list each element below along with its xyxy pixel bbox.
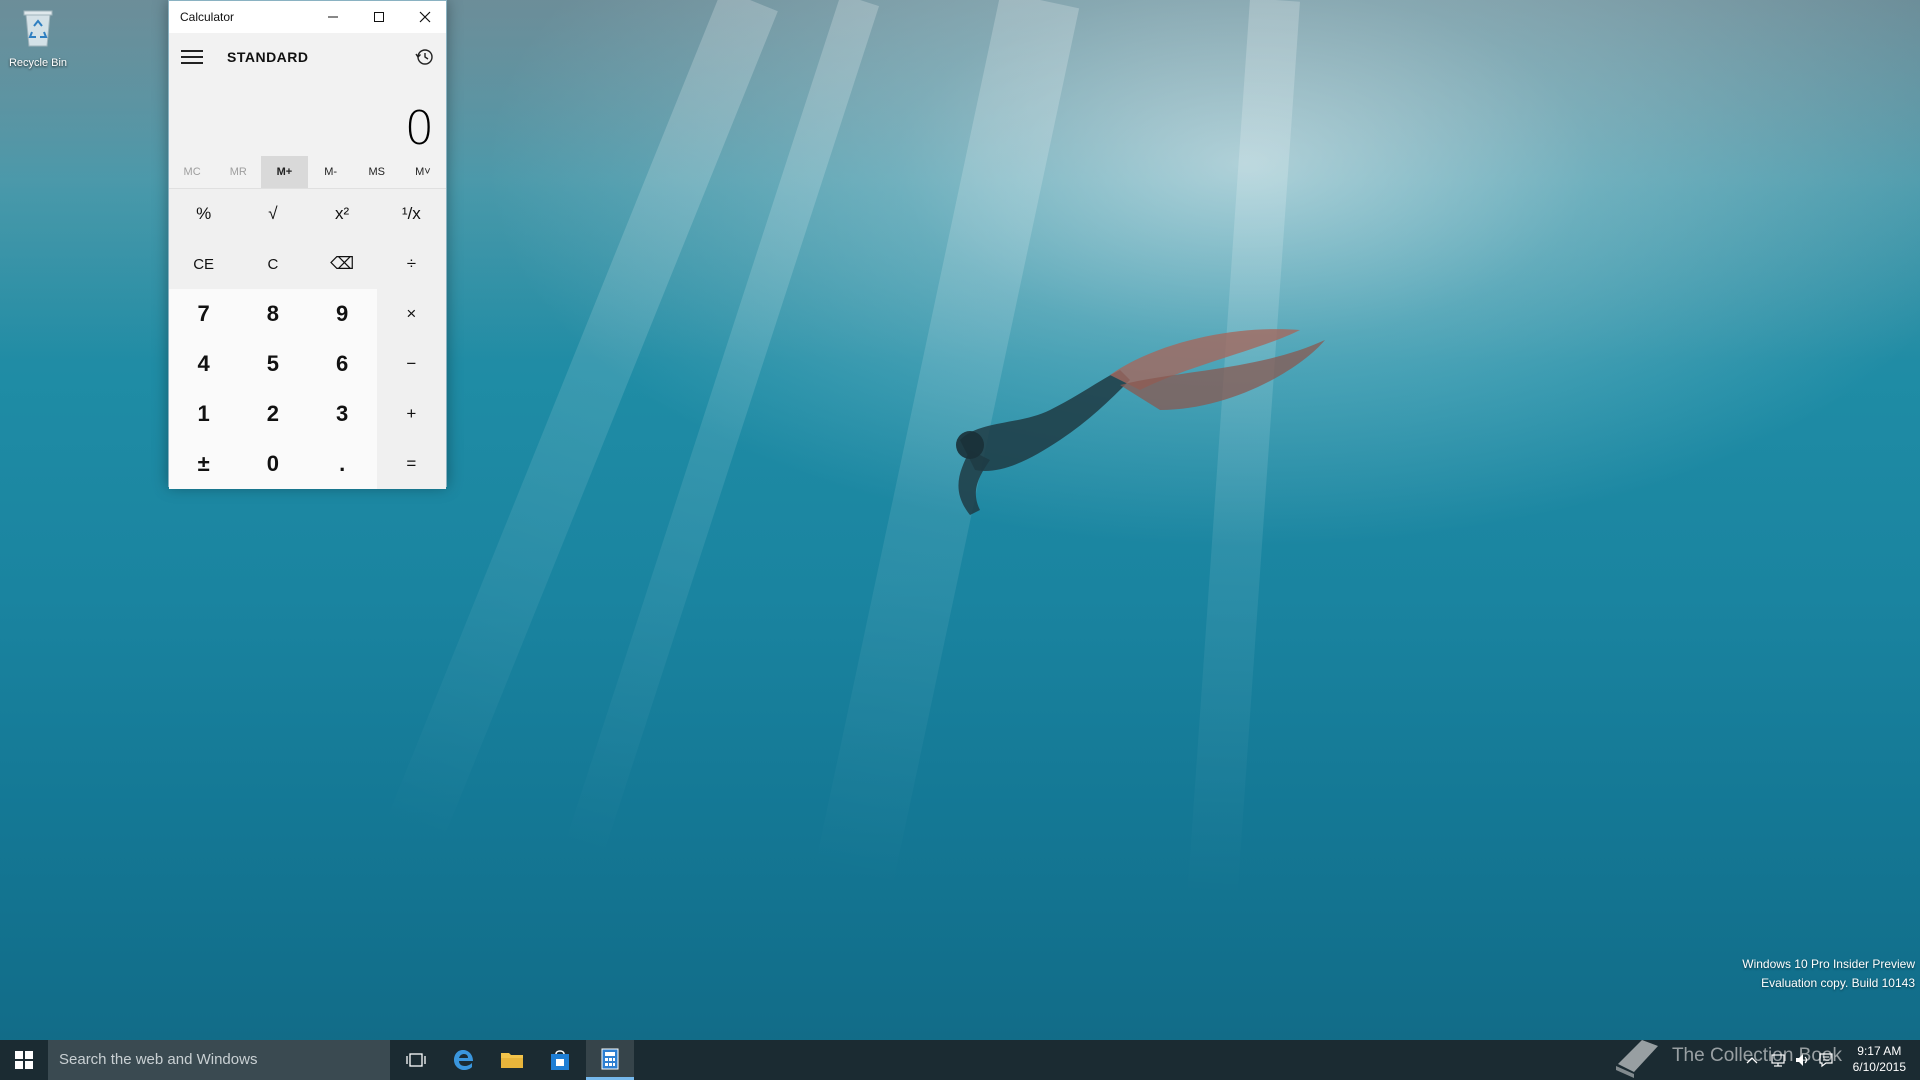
swimmer-silhouette <box>956 329 1325 515</box>
memory-row: MC MR M+ M- MS M˅ <box>169 156 446 189</box>
digit-2-button[interactable]: 2 <box>238 389 308 439</box>
close-icon <box>419 11 431 23</box>
minimize-button[interactable] <box>310 1 356 33</box>
calculator-window: Calculator STANDARD 0 MC MR M+ M- MS M˅ <box>168 0 447 489</box>
maximize-icon <box>374 12 384 22</box>
clock-date: 6/10/2015 <box>1852 1060 1906 1074</box>
negate-button[interactable]: ± <box>169 439 239 489</box>
multiply-button[interactable]: × <box>376 289 446 339</box>
volume-icon[interactable] <box>1794 1052 1810 1068</box>
build-watermark: Windows 10 Pro Insider Preview Evaluatio… <box>1742 955 1915 993</box>
result-display: 0 <box>169 81 446 156</box>
decimal-button[interactable]: . <box>307 439 377 489</box>
memory-recall-button[interactable]: MR <box>215 156 261 188</box>
digit-9-button[interactable]: 9 <box>307 289 377 339</box>
store-button[interactable] <box>536 1040 584 1080</box>
folder-icon <box>501 1053 523 1068</box>
memory-store-button[interactable]: MS <box>354 156 400 188</box>
calculator-header: STANDARD <box>169 33 446 81</box>
subtract-button[interactable]: − <box>376 339 446 389</box>
network-icon[interactable] <box>1770 1052 1786 1068</box>
digit-4-button[interactable]: 4 <box>169 339 239 389</box>
start-button[interactable] <box>0 1040 48 1080</box>
edge-icon <box>454 1050 473 1070</box>
recycle-bin-shortcut[interactable]: Recycle Bin <box>4 6 72 69</box>
recycle-bin-icon <box>23 10 53 47</box>
memory-add-button[interactable]: M+ <box>261 156 308 188</box>
action-center-icon[interactable] <box>1818 1052 1834 1068</box>
maximize-button[interactable] <box>356 1 402 33</box>
search-box[interactable]: Search the web and Windows <box>48 1040 390 1080</box>
edge-browser-button[interactable] <box>440 1040 488 1080</box>
calculator-icon <box>601 1048 619 1069</box>
clear-button[interactable]: C <box>238 239 308 289</box>
square-root-button[interactable]: √ <box>238 189 308 239</box>
file-explorer-button[interactable] <box>488 1040 536 1080</box>
window-title: Calculator <box>180 10 235 24</box>
equals-button[interactable]: = <box>376 439 446 489</box>
add-button[interactable]: + <box>376 389 446 439</box>
watermark-edition: Windows 10 Pro Insider Preview <box>1742 957 1915 971</box>
reciprocal-button[interactable]: ¹/x <box>376 189 446 239</box>
system-clock[interactable]: 9:17 AM 6/10/2015 <box>1853 1043 1906 1075</box>
close-button[interactable] <box>402 1 448 33</box>
windows-logo-icon <box>15 1051 33 1069</box>
clear-entry-button[interactable]: CE <box>169 239 239 289</box>
digit-6-button[interactable]: 6 <box>307 339 377 389</box>
mode-title: STANDARD <box>227 49 309 65</box>
taskbar: Search the web and Windows The Collectio… <box>0 1040 1920 1080</box>
divide-button[interactable]: ÷ <box>376 239 446 289</box>
watermark-build: Evaluation copy. Build 10143 <box>1761 976 1915 990</box>
digit-1-button[interactable]: 1 <box>169 389 239 439</box>
history-icon[interactable] <box>412 45 436 69</box>
digit-0-button[interactable]: 0 <box>238 439 308 489</box>
title-bar[interactable]: Calculator <box>169 1 446 33</box>
square-button[interactable]: x² <box>307 189 377 239</box>
task-view-icon <box>406 1053 426 1067</box>
task-view-button[interactable] <box>392 1040 440 1080</box>
minimize-icon <box>328 16 338 18</box>
backspace-button[interactable]: ⌫ <box>307 239 377 289</box>
display-value: 0 <box>404 101 434 155</box>
clock-time: 9:17 AM <box>1857 1044 1902 1058</box>
digit-8-button[interactable]: 8 <box>238 289 308 339</box>
memory-subtract-button[interactable]: M- <box>308 156 354 188</box>
recycle-bin-label: Recycle Bin <box>8 57 68 69</box>
calculator-taskbar-button[interactable] <box>586 1040 634 1080</box>
hamburger-menu-button[interactable] <box>181 47 203 67</box>
percent-button[interactable]: % <box>169 189 239 239</box>
memory-clear-button[interactable]: MC <box>169 156 215 188</box>
digit-3-button[interactable]: 3 <box>307 389 377 439</box>
store-icon <box>551 1050 569 1070</box>
digit-5-button[interactable]: 5 <box>238 339 308 389</box>
digit-7-button[interactable]: 7 <box>169 289 239 339</box>
memory-list-button[interactable]: M˅ <box>400 156 446 188</box>
keypad: % √ x² ¹/x CE C ⌫ ÷ 7 8 9 × 4 5 6 − 1 2 … <box>169 189 446 489</box>
book-logo-icon <box>1615 1040 1658 1078</box>
show-hidden-icons-chevron-icon[interactable] <box>1744 1052 1760 1068</box>
